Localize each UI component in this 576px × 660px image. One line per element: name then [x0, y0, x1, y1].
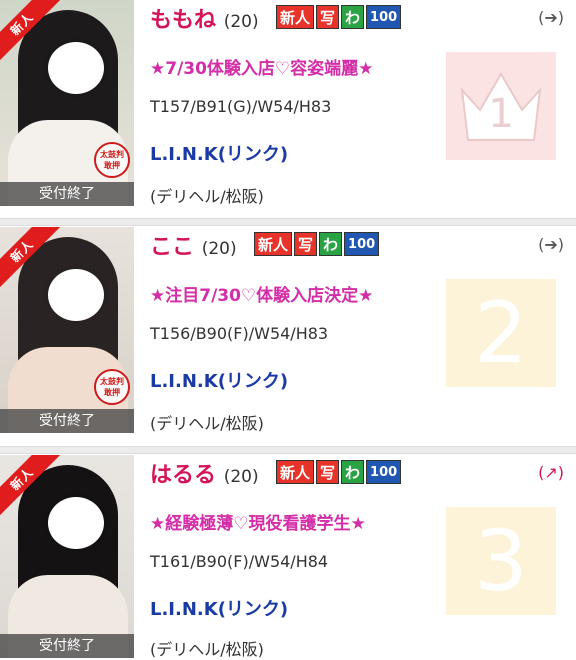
face-blur-heart: [48, 497, 104, 549]
link-arrow-icon[interactable]: (➔): [538, 8, 564, 27]
external-link-icon[interactable]: (↗): [538, 463, 564, 482]
divider: [0, 446, 576, 454]
rank-number: 1: [488, 91, 514, 137]
name-text[interactable]: ここ: [150, 235, 194, 260]
catch-copy: ★経験極薄♡現役看護学生★: [150, 514, 366, 534]
link-arrow-icon[interactable]: (➔): [538, 235, 564, 254]
listing-card[interactable]: 新人 太鼓判 敢押 受付終了 ももね (20) 新人 写 わ 100 (➔) ★7…: [0, 0, 576, 218]
profile-photo[interactable]: 新人 受付終了: [0, 455, 134, 658]
status-label: 受付終了: [0, 409, 134, 433]
age-text: (20): [223, 467, 259, 487]
body-spec: T156/B90(F)/W54/H83: [150, 324, 329, 343]
new-badge: 新人: [276, 460, 315, 484]
area-label: (デリヘル/松阪): [150, 414, 264, 433]
listing-card[interactable]: 新人 受付終了 はるる (20) 新人 写 わ 100 (↗) ★経験極薄♡現役…: [0, 455, 576, 659]
score-badge: 100: [366, 460, 402, 484]
wa-badge: わ: [341, 460, 365, 484]
rank-badge: 2: [446, 279, 556, 387]
wa-badge: わ: [319, 232, 343, 256]
photo-badge: 写: [316, 5, 340, 29]
shop-link[interactable]: L.I.N.K(リンク): [150, 595, 288, 621]
recommend-stamp: 太鼓判 敢押: [94, 142, 130, 178]
body-spec: T161/B90(F)/W54/H84: [150, 552, 329, 571]
face-blur-heart: [48, 42, 104, 94]
shop-link[interactable]: L.I.N.K(リンク): [150, 140, 288, 166]
photo-badge: 写: [294, 232, 318, 256]
rank-badge: 1: [446, 52, 556, 160]
badge-group: 新人 写 わ 100: [276, 460, 402, 484]
area-label: (デリヘル/松阪): [150, 187, 264, 206]
score-badge: 100: [344, 232, 380, 256]
new-badge: 新人: [254, 232, 293, 256]
age-text: (20): [201, 239, 237, 259]
profile-photo[interactable]: 新人 太鼓判 敢押 受付終了: [0, 227, 134, 433]
profile-photo[interactable]: 新人 太鼓判 敢押 受付終了: [0, 0, 134, 206]
catch-copy: ★7/30体験入店♡容姿端麗★: [150, 59, 374, 79]
photo-badge: 写: [316, 460, 340, 484]
score-badge: 100: [366, 5, 402, 29]
girl-name[interactable]: ももね (20): [150, 2, 259, 34]
new-badge: 新人: [276, 5, 315, 29]
body-spec: T157/B91(G)/W54/H83: [150, 97, 332, 116]
name-text[interactable]: ももね: [150, 8, 216, 33]
badge-group: 新人 写 わ 100: [254, 232, 380, 256]
status-label: 受付終了: [0, 634, 134, 658]
area-label: (デリヘル/松阪): [150, 640, 264, 659]
rank-number: 3: [474, 512, 528, 610]
wa-badge: わ: [341, 5, 365, 29]
recommend-stamp: 太鼓判 敢押: [94, 369, 130, 405]
shop-link[interactable]: L.I.N.K(リンク): [150, 367, 288, 393]
girl-name[interactable]: はるる (20): [150, 457, 259, 489]
status-label: 受付終了: [0, 182, 134, 206]
rank-number: 2: [474, 284, 528, 382]
name-text[interactable]: はるる: [150, 463, 216, 488]
badge-group: 新人 写 わ 100: [276, 5, 402, 29]
rank-badge: 3: [446, 507, 556, 615]
listing-card[interactable]: 新人 太鼓判 敢押 受付終了 ここ (20) 新人 写 わ 100 (➔) ★注目…: [0, 227, 576, 445]
divider: [0, 218, 576, 226]
face-blur-heart: [48, 269, 104, 321]
age-text: (20): [223, 12, 259, 32]
catch-copy: ★注目7/30♡体験入店決定★: [150, 286, 374, 306]
girl-name[interactable]: ここ (20): [150, 229, 237, 261]
